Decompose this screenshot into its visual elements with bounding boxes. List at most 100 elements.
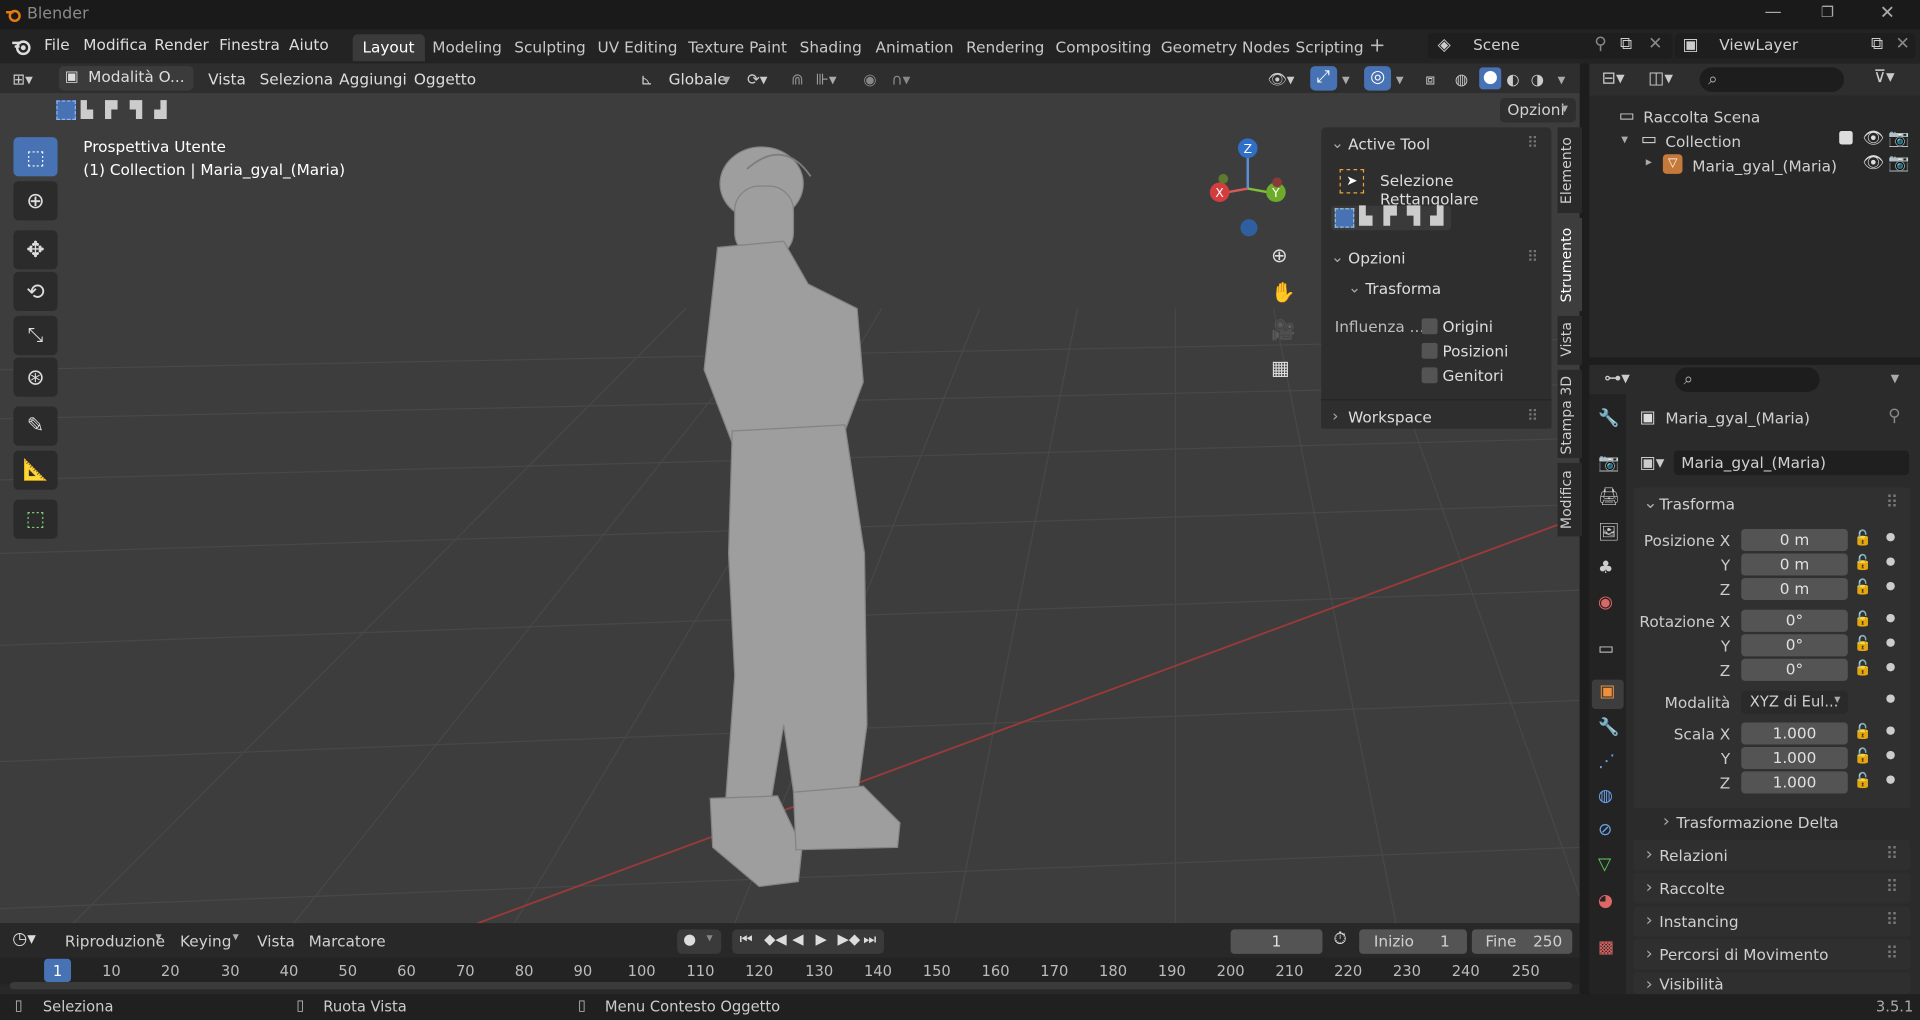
snap-icon[interactable]: ⋒ (791, 67, 804, 90)
preview-range-icon[interactable]: ⏱ (1333, 929, 1346, 949)
tab-compositing[interactable]: Compositing (1046, 34, 1162, 61)
delete-scene-icon[interactable]: ✕ (1648, 34, 1662, 54)
tab-rendering[interactable]: Rendering (956, 34, 1054, 61)
render-props-icon[interactable]: 📷 (1598, 453, 1619, 473)
physics-props-icon[interactable]: ◍ (1598, 786, 1613, 806)
collection-label[interactable]: Collection (1665, 132, 1741, 150)
rotation-z-field[interactable]: 0° (1741, 658, 1848, 681)
keyframe-dot-icon[interactable]: ● (1886, 531, 1896, 543)
frame-start-field[interactable]: Inizio 1 (1359, 929, 1467, 954)
properties-search-input[interactable]: ⌕ (1675, 367, 1820, 392)
playback-chevron-icon[interactable]: ▾ (156, 931, 162, 944)
snap-target-icon[interactable]: ⊪▾ (816, 67, 837, 90)
rendered-shading-icon[interactable]: ◑ (1531, 67, 1544, 90)
tab-animation[interactable]: Animation (866, 34, 964, 61)
transform-expand-icon[interactable]: ⌄ (1643, 493, 1657, 513)
rotation-mode-dropdown[interactable]: XYZ di Eul... ▾ (1741, 690, 1848, 714)
keyframe-dot-icon[interactable]: ● (1886, 693, 1896, 705)
pivot-icon[interactable]: ⟳▾ (747, 67, 768, 90)
viewport-menu-select[interactable]: Seleziona (260, 67, 334, 90)
tab-layout[interactable]: Layout (352, 34, 425, 62)
scale-x-field[interactable]: 1.000 (1741, 722, 1848, 745)
keyframe-dot-icon[interactable]: ● (1886, 612, 1896, 624)
ortho-toggle-icon[interactable]: ▦ (1271, 356, 1290, 379)
lock-icon[interactable]: 🔓 (1854, 634, 1872, 651)
overlays-toggle-icon[interactable]: ◎ (1364, 66, 1392, 91)
material-shading-icon[interactable]: ◐ (1506, 67, 1519, 90)
tab-edit[interactable]: Modifica (1557, 462, 1583, 537)
object-name-field[interactable]: Maria_gyal_(Maria) (1673, 450, 1909, 476)
transform-chevron-icon[interactable]: ⌄ (1348, 278, 1361, 296)
object-row-label[interactable]: Maria_gyal_(Maria) (1692, 157, 1837, 175)
collection-render-icon[interactable]: 📷 (1888, 129, 1909, 149)
tool-props-icon[interactable]: 🔧 (1598, 409, 1619, 429)
timeline-menu-playback[interactable]: Riproduzione (65, 932, 165, 950)
tool-mode-invert-icon[interactable]: ▜ (1407, 207, 1420, 227)
wireframe-shading-icon[interactable]: ◍ (1455, 67, 1468, 90)
options-header[interactable]: Opzioni (1348, 249, 1405, 267)
constraints-props-icon[interactable]: ⊘ (1598, 820, 1612, 840)
pan-hand-icon[interactable]: ✋ (1271, 280, 1295, 303)
object-data-icon[interactable]: ▣▾ (1640, 453, 1665, 473)
collection-expand-icon[interactable]: ▾ (1621, 131, 1628, 147)
outliner-editor-icon[interactable]: ⊟▾ (1602, 69, 1625, 89)
parents-checkbox[interactable] (1421, 367, 1438, 384)
overlays-dropdown-icon[interactable]: ▾ (1396, 67, 1404, 90)
scale-z-field[interactable]: 1.000 (1741, 771, 1848, 794)
new-scene-icon[interactable]: ⧉ (1620, 34, 1632, 54)
material-props-icon[interactable]: ◕ (1598, 891, 1613, 911)
add-workspace-icon[interactable]: + (1369, 33, 1385, 56)
lock-icon[interactable]: 🔓 (1854, 771, 1872, 788)
view-layer-selector[interactable]: ▣ ViewLayer ⧉ ✕ (1675, 33, 1916, 59)
timeline-editor-icon[interactable]: ◷▾ (12, 929, 36, 949)
frame-end-field[interactable]: Fine 250 (1471, 929, 1573, 954)
viewport-menu-add[interactable]: Aggiungi (339, 67, 407, 90)
tab-uv-editing[interactable]: UV Editing (588, 34, 687, 61)
keyframe-dot-icon[interactable]: ● (1886, 725, 1896, 737)
navigation-gizmo[interactable]: Z X Y (1206, 135, 1292, 245)
viewport-menu-view[interactable]: Vista (208, 67, 246, 90)
menu-file[interactable]: File (44, 36, 70, 54)
delta-transform-subpanel[interactable]: › Trasformazione Delta (1651, 808, 1911, 835)
lock-icon[interactable]: 🔓 (1854, 553, 1872, 570)
collection-visibility-icon[interactable]: 👁 (1862, 129, 1884, 149)
lock-icon[interactable]: 🔓 (1854, 722, 1872, 739)
location-z-field[interactable]: 0 m (1741, 577, 1848, 601)
rotation-x-field[interactable]: 0° (1741, 609, 1848, 632)
transform-drag-icon[interactable]: ⠿ (1886, 493, 1899, 513)
tool-mode-intersect-icon[interactable]: ▟ (1430, 207, 1443, 227)
keyframe-dot-icon[interactable]: ● (1886, 749, 1896, 761)
cursor-tool[interactable]: ⊕ (13, 181, 58, 221)
xray-icon[interactable]: ⧈ (1425, 67, 1435, 90)
scene-props-icon[interactable]: ♣ (1598, 558, 1613, 578)
outliner-search-input[interactable]: ⌕ (1699, 67, 1845, 92)
tab-shading[interactable]: Shading (790, 34, 872, 61)
instancing-panel[interactable]: › Instancing ⠿ (1633, 906, 1911, 937)
proportional-edit-icon[interactable]: ◉ (863, 67, 876, 90)
lock-icon[interactable]: 🔓 (1854, 610, 1872, 627)
add-cube-tool[interactable]: ⬚ (13, 499, 58, 539)
keyframe-dot-icon[interactable]: ● (1886, 580, 1896, 592)
collection-props-icon[interactable]: ▭ (1598, 639, 1614, 659)
play-icon[interactable]: ▶ (816, 931, 827, 948)
tab-sculpting[interactable]: Sculpting (504, 34, 595, 61)
select-extend-icon[interactable]: ▙ (81, 102, 93, 120)
tab-view[interactable]: Vista (1557, 315, 1583, 365)
zoom-icon[interactable]: ⊕ (1271, 244, 1287, 267)
options-drag-icon[interactable]: ⠿ (1527, 247, 1538, 265)
auto-keying-toggle[interactable]: ● ▾ (677, 929, 722, 954)
tool-mode-new-icon[interactable] (1334, 208, 1355, 228)
collections-panel[interactable]: › Raccolte ⠿ (1633, 873, 1911, 904)
jump-keyframe-back-icon[interactable]: ◆◀ (764, 931, 787, 948)
lock-icon[interactable]: 🔓 (1854, 747, 1872, 764)
move-tool[interactable]: ✥ (13, 230, 58, 270)
tab-geometry-nodes[interactable]: Geometry Nodes (1151, 34, 1300, 61)
keying-chevron-icon[interactable]: ▾ (233, 931, 239, 944)
orientation-chevron-icon[interactable]: ▾ (722, 67, 730, 90)
object-props-tab[interactable]: ▣ (1591, 679, 1624, 709)
tab-scripting[interactable]: Scripting (1286, 34, 1374, 61)
world-props-icon[interactable]: ◉ (1598, 593, 1613, 613)
gizmo-dropdown-icon[interactable]: ▾ (1342, 67, 1350, 90)
view-layer-props-icon[interactable]: 🖼 (1598, 523, 1620, 543)
origins-checkbox[interactable] (1421, 318, 1438, 335)
